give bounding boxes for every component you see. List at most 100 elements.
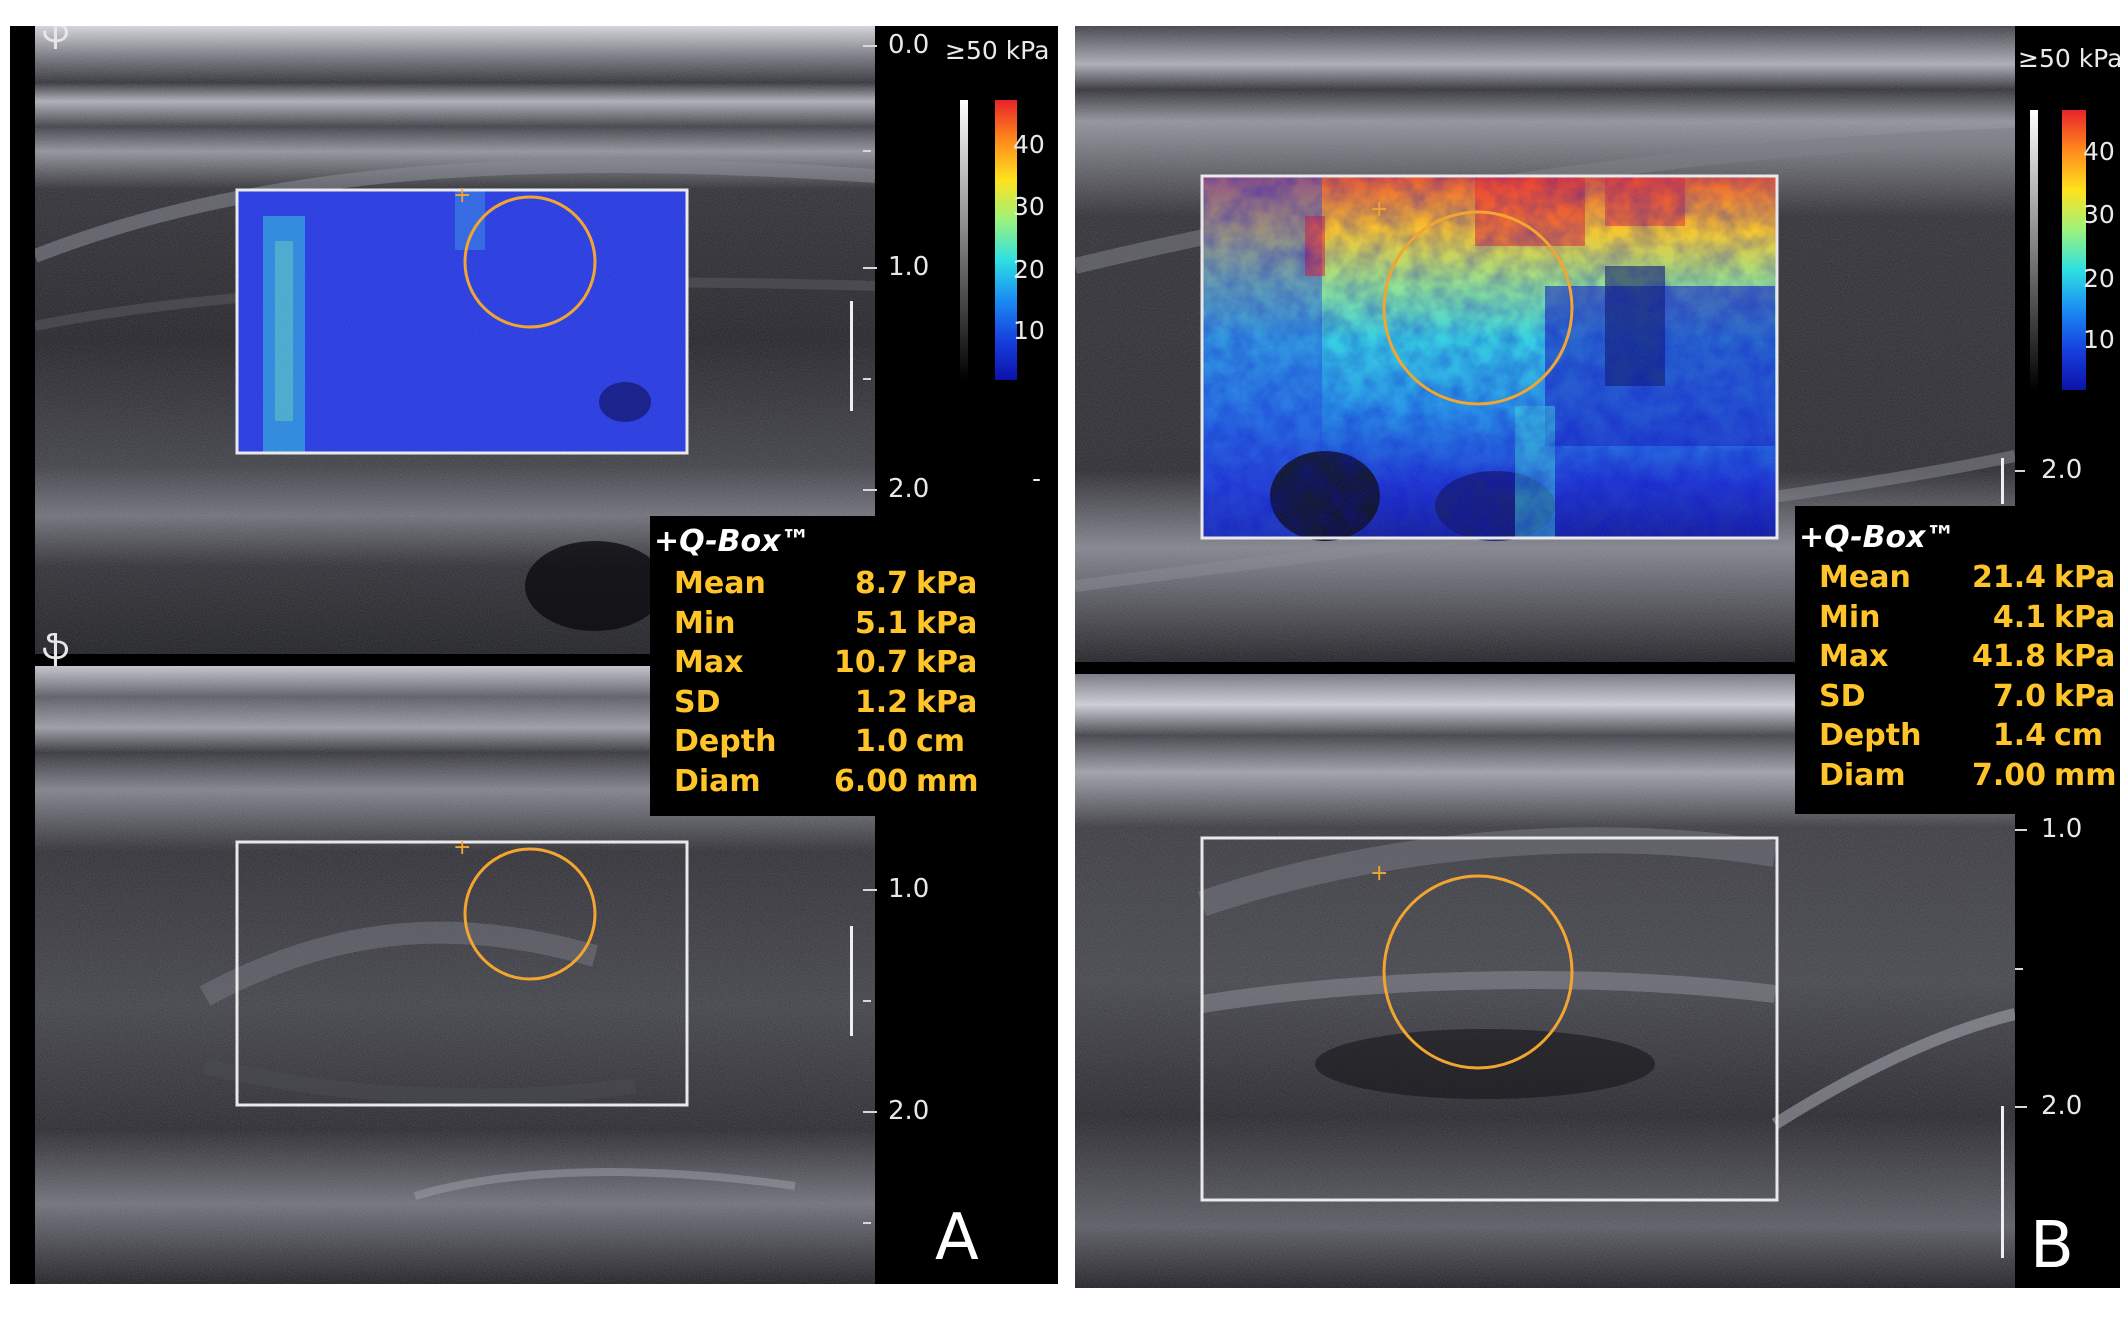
panel-a-qbox-readout: +Q-Box™ Mean 8.7 kPa Min 5.1 kPa Max 10.7 kPa SD 1… [650, 516, 982, 816]
qbox-row-diam: Diam 6.00 mm [674, 764, 982, 804]
qbox-unit: kPa [916, 684, 978, 720]
qbox-value: 7.00 mm [1972, 758, 2120, 793]
qbox-label: Min [1819, 599, 1881, 635]
panel-b-grayscale-bar [2030, 110, 2038, 390]
panel-b-colorbar-tick-10: 10 [2083, 325, 2115, 354]
panel-b-bottom-scale-bar [2001, 1106, 2004, 1258]
qbox-number: 5.1 [854, 605, 908, 641]
qbox-value: 1.0 cm [855, 724, 982, 759]
qbox-row-mean: Mean 8.7 kPa [674, 566, 982, 606]
panel-a-top-roi-marker: + [453, 183, 471, 208]
qbox-label: SD [674, 684, 721, 720]
qbox-unit: mm [916, 763, 979, 799]
panel-b-depth-label-2: 2.0 [2041, 455, 2083, 485]
panel-b-qbox-readout: +Q-Box™ Mean 21.4 kPa Min 4.1 kPa Max 41.8 kPa SD… [1795, 506, 2120, 814]
qbox-row-max: Max 10.7 kPa [674, 645, 982, 685]
qbox-row-diam: Diam 7.00 mm [1819, 758, 2120, 798]
panel-a-depth-label-1: 1.0 [888, 252, 930, 282]
panel-b-colorbar-tick-40: 40 [2083, 137, 2115, 166]
qbox-label: Max [1819, 639, 1889, 674]
panel-a-shear-wave-elastography: + + ֆ ֆ 0.0 1.0 2.0 ≥50 kPa 40 30 20 10 … [10, 26, 1058, 1284]
qbox-unit: kPa [916, 605, 978, 641]
qbox-row-max: Max 41.8 kPa [1819, 639, 2120, 679]
panel-a-depth-label-2: 2.0 [888, 474, 930, 504]
qbox-label: Max [674, 645, 744, 680]
qbox-label: Mean [674, 566, 766, 601]
qbox-number: 4.1 [1992, 599, 2046, 635]
panel-a-bottom-depth-label-2: 2.0 [888, 1096, 930, 1126]
panel-b-colorbar-tick-20: 20 [2083, 264, 2115, 293]
panel-a-bottom-orientation-mark: ֆ [42, 628, 70, 668]
svg-text:+: + [1370, 861, 1388, 886]
panel-b-bottom-depth-label-2: 2.0 [2041, 1091, 2083, 1121]
panel-b-elastography-map [1200, 174, 1779, 541]
panel-a-top-scale-bar [850, 301, 853, 411]
qbox-number: 1.4 [1992, 718, 2046, 753]
qbox-row-sd: SD 7.0 kPa [1819, 679, 2120, 719]
panel-a-qbox-title: +Q-Box™ [654, 524, 811, 559]
svg-text:+: + [453, 835, 471, 860]
qbox-value: 41.8 kPa [1972, 639, 2120, 674]
panel-a-grayscale-bar [960, 100, 968, 380]
qbox-row-sd: SD 1.2 kPa [674, 685, 982, 725]
panel-a-elastography-map [235, 188, 689, 455]
panel-b-shear-wave-elastography: + + 2.0 ≥50 kPa 40 30 20 10 1.0 2.0 +Q-B… [1075, 26, 2120, 1288]
panel-a-colorbar-min-mark: - [1032, 464, 1042, 493]
panel-a-depth-label-0: 0.0 [888, 30, 930, 60]
panel-b-qbox-title: +Q-Box™ [1799, 520, 1956, 555]
qbox-unit: kPa [2054, 678, 2116, 714]
qbox-number: 41.8 [1971, 639, 2046, 674]
qbox-label: Diam [674, 763, 761, 799]
qbox-unit: cm [916, 724, 966, 759]
qbox-number: 7.0 [1992, 678, 2046, 714]
panel-a-colorbar [960, 76, 1030, 406]
qbox-row-mean: Mean 21.4 kPa [1819, 560, 2120, 600]
qbox-label: Depth [1819, 718, 1922, 753]
qbox-value: 4.1 kPa [1993, 600, 2120, 635]
qbox-unit: kPa [916, 566, 978, 601]
panel-a-top-orientation-mark: ֆ [42, 26, 70, 51]
qbox-number: 7.00 [1971, 757, 2046, 793]
panel-a-colorbar-tick-10: 10 [1013, 316, 1045, 345]
panel-b-letter: B [2030, 1209, 2074, 1283]
qbox-number: 1.2 [854, 684, 908, 720]
panel-b-colorbar-max: ≥50 kPa [2018, 44, 2120, 73]
qbox-number: 10.7 [833, 645, 908, 680]
qbox-value: 5.1 kPa [855, 606, 982, 641]
qbox-unit: kPa [2054, 639, 2116, 674]
panel-a-bottom-scale-bar [850, 926, 853, 1036]
qbox-value: 1.4 cm [1993, 718, 2120, 753]
panel-a-bottom-depth-label-1: 1.0 [888, 874, 930, 904]
qbox-value: 8.7 kPa [855, 566, 982, 601]
qbox-row-depth: Depth 1.4 cm [1819, 718, 2120, 758]
qbox-label: Depth [674, 724, 777, 759]
qbox-unit: kPa [2054, 599, 2116, 635]
panel-a-colorbar-max: ≥50 kPa [945, 36, 1050, 65]
qbox-unit: cm [2054, 718, 2104, 753]
qbox-row-depth: Depth 1.0 cm [674, 724, 982, 764]
qbox-unit: kPa [2054, 560, 2116, 595]
panel-a-letter: A [935, 1201, 979, 1275]
qbox-label: Min [674, 605, 736, 641]
panel-a-colorbar-tick-20: 20 [1013, 255, 1045, 284]
qbox-value: 7.0 kPa [1993, 679, 2120, 714]
qbox-unit: mm [2054, 757, 2117, 793]
qbox-label: Diam [1819, 757, 1906, 793]
panel-a-depth-tick [863, 45, 877, 47]
panel-b-colorbar [2030, 80, 2100, 420]
qbox-value: 10.7 kPa [834, 645, 982, 680]
qbox-label: SD [1819, 678, 1866, 714]
qbox-number: 6.00 [833, 763, 908, 799]
qbox-number: 21.4 [1971, 560, 2046, 595]
qbox-row-min: Min 5.1 kPa [674, 606, 982, 646]
qbox-number: 8.7 [854, 566, 908, 601]
qbox-value: 6.00 mm [834, 764, 982, 799]
qbox-value: 1.2 kPa [855, 685, 982, 720]
panel-a-colorbar-tick-40: 40 [1013, 130, 1045, 159]
qbox-row-min: Min 4.1 kPa [1819, 600, 2120, 640]
panel-b-bottom-depth-label-1: 1.0 [2041, 814, 2083, 844]
panel-a-colorbar-tick-30: 30 [1013, 192, 1045, 221]
qbox-label: Mean [1819, 560, 1911, 595]
svg-text:+: + [1370, 197, 1388, 222]
panel-b-colorbar-tick-30: 30 [2083, 200, 2115, 229]
